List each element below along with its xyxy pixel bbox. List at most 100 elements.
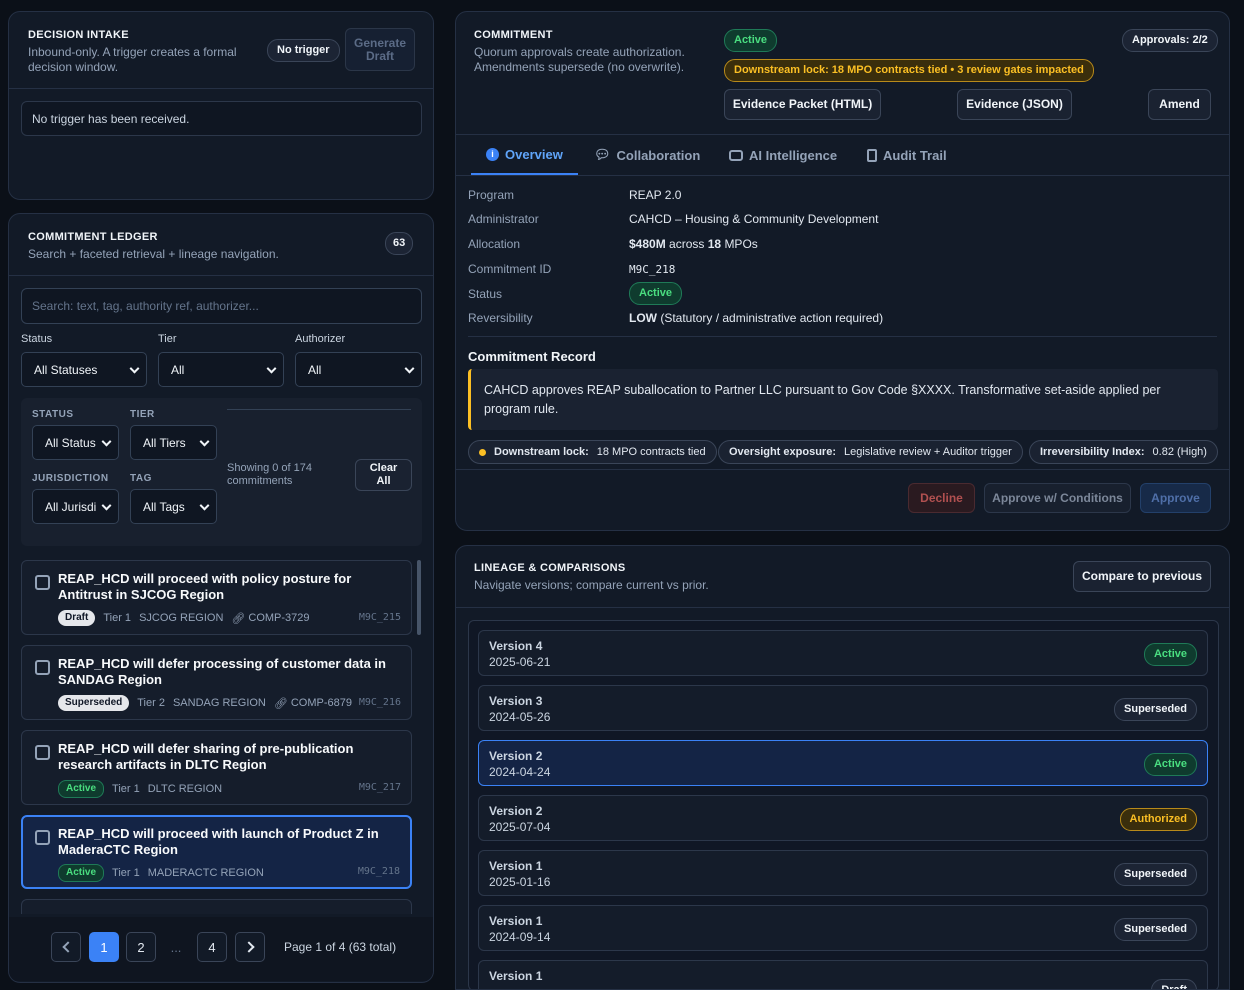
intake-title: DECISION INTAKE: [28, 29, 129, 41]
commitment-id: M9C_218: [357, 866, 400, 877]
prev-page-button[interactable]: [51, 932, 81, 962]
commitment-card[interactable]: REAP_HCD will proceed with policy postur…: [21, 560, 412, 635]
commitment-list: REAP_HCD will proceed with policy postur…: [9, 560, 433, 914]
downstream-lock-chip: Downstream lock: 18 MPO contracts tied: [468, 440, 717, 464]
commitment-card-partial[interactable]: [21, 899, 412, 914]
list-scrollbar[interactable]: [417, 560, 421, 635]
commitment-status-badge: Active: [724, 29, 778, 52]
facet-status-select[interactable]: All Status: [32, 425, 119, 460]
version-row[interactable]: Version 1 2025-01-16 Superseded: [478, 850, 1208, 896]
ledger-search-input[interactable]: [21, 288, 422, 324]
chevron-down-icon: [129, 363, 140, 374]
status-badge: Active: [1143, 753, 1197, 776]
authorizer-filter-label: Authorizer: [295, 333, 346, 345]
info-icon: i: [486, 147, 499, 161]
page-2-button[interactable]: 2: [126, 932, 156, 962]
version-row[interactable]: Version 1 Draft: [478, 960, 1208, 989]
facet-tier-label: TIER: [130, 409, 155, 420]
commitment-comp-ref: COMP-6879: [290, 697, 352, 709]
commitment-comp-ref: COMP-3729: [248, 612, 310, 624]
commitment-record-text: CAHCD approves REAP suballocation to Par…: [484, 383, 1161, 416]
page-ellipsis: ...: [170, 939, 182, 955]
status-label: Status: [468, 287, 503, 301]
version-row-selected[interactable]: Version 2 2024-04-24 Active: [478, 740, 1208, 786]
status-badge: Active: [629, 282, 683, 305]
status-badge: Superseded: [1114, 918, 1197, 941]
commitment-card[interactable]: REAP_HCD will defer sharing of pre-publi…: [21, 730, 412, 805]
commitment-id-value: M9C_218: [629, 263, 676, 276]
administrator-value: CAHCD – Housing & Community Development: [629, 212, 879, 226]
compare-to-previous-button[interactable]: Compare to previous: [1073, 561, 1211, 592]
intake-subtitle: Inbound-only. A trigger creates a formal…: [28, 45, 237, 74]
commitment-checkbox[interactable]: [35, 745, 50, 760]
version-row[interactable]: Version 1 2024-09-14 Superseded: [478, 905, 1208, 951]
commitment-subtitle: Quorum approvals create authorization. A…: [474, 45, 685, 74]
facet-tier-select[interactable]: All Tiers: [130, 425, 217, 460]
commitment-card[interactable]: REAP_HCD will defer processing of custom…: [21, 645, 412, 720]
commitment-checkbox[interactable]: [35, 575, 50, 590]
status-badge: Superseded: [1114, 698, 1197, 721]
chat-icon: 💬︎: [594, 147, 611, 162]
link-icon: 🔗︎: [273, 697, 288, 710]
approvals-badge: Approvals: 2/2: [1122, 29, 1218, 52]
commitment-record-box: CAHCD approves REAP suballocation to Par…: [468, 369, 1218, 430]
tab-ai-intelligence[interactable]: AI Intelligence: [729, 135, 837, 175]
approve-button[interactable]: Approve: [1140, 483, 1211, 513]
warning-dot-icon: [479, 448, 486, 456]
tab-collaboration[interactable]: 💬︎ Collaboration: [594, 135, 700, 175]
reversibility-label: Reversibility: [468, 311, 533, 325]
commitment-panel: COMMITMENT Quorum approvals create autho…: [455, 11, 1230, 531]
facet-showing-count: Showing 0 of 174 commitments: [227, 462, 313, 487]
evidence-packet-html-button[interactable]: Evidence Packet (HTML): [724, 89, 881, 120]
oversight-exposure-chip: Oversight exposure: Legislative review + …: [718, 440, 1023, 464]
evidence-json-button[interactable]: Evidence (JSON): [957, 89, 1072, 120]
authorizer-filter-select[interactable]: All: [295, 352, 422, 387]
irreversibility-index-chip: Irreversibility Index: 0.82 (High): [1029, 440, 1218, 464]
amend-button[interactable]: Amend: [1148, 89, 1211, 120]
facet-tag-select[interactable]: All Tags: [130, 489, 217, 524]
decline-button[interactable]: Decline: [908, 483, 975, 513]
tab-overview[interactable]: i Overview: [471, 135, 578, 175]
commitment-tier: Tier 1: [112, 783, 140, 795]
commitment-ledger-panel: COMMITMENT LEDGER Search + faceted retri…: [8, 213, 434, 983]
program-label: Program: [468, 188, 515, 202]
facet-jurisdiction-label: JURISDICTION: [32, 473, 109, 484]
next-page-button[interactable]: [235, 932, 265, 962]
pagination: 1 2 ... 4 Page 1 of 4 (63 total): [9, 917, 433, 981]
lineage-title: LINEAGE & COMPARISONS: [474, 562, 626, 574]
commitment-title: REAP_HCD will proceed with policy postur…: [58, 571, 352, 602]
chevron-down-icon: [101, 500, 112, 511]
clear-all-button[interactable]: Clear All: [355, 459, 412, 491]
status-badge: Draft: [1151, 979, 1197, 989]
generate-draft-button[interactable]: Generate Draft: [345, 28, 415, 71]
chevron-down-icon: [199, 500, 210, 511]
version-row[interactable]: Version 4 2025-06-21 Active: [478, 630, 1208, 676]
chevron-left-icon: [61, 941, 74, 953]
status-filter-select[interactable]: All Statuses: [21, 352, 147, 387]
commitment-tier: Tier 1: [103, 612, 132, 624]
link-icon: 🔗︎: [231, 612, 246, 625]
tab-audit-trail[interactable]: Audit Trail: [867, 135, 947, 175]
trigger-status-badge: No trigger: [267, 39, 340, 62]
commitment-id: M9C_215: [358, 612, 401, 623]
version-row[interactable]: Version 2 2025-07-04 Authorized: [478, 795, 1208, 841]
commitment-card-selected[interactable]: REAP_HCD will proceed with launch of Pro…: [21, 815, 412, 889]
commitment-tier: Tier 2: [137, 697, 165, 709]
commitment-checkbox[interactable]: [35, 660, 50, 675]
approve-with-conditions-button[interactable]: Approve w/ Conditions: [984, 483, 1131, 513]
program-value: REAP 2.0: [629, 188, 682, 202]
version-list: Version 4 2025-06-21 Active Version 3 20…: [468, 620, 1219, 989]
page-1-button[interactable]: 1: [89, 932, 119, 962]
chevron-down-icon: [266, 363, 277, 374]
version-row[interactable]: Version 3 2024-05-26 Superseded: [478, 685, 1208, 731]
status-badge: Active: [58, 864, 105, 882]
commitment-region: MADERACTC REGION: [147, 867, 264, 879]
tier-filter-select[interactable]: All: [158, 352, 284, 387]
commitment-record-title: Commitment Record: [468, 349, 596, 364]
commitment-checkbox[interactable]: [35, 830, 50, 845]
chevron-down-icon: [404, 363, 415, 374]
page-4-button[interactable]: 4: [197, 932, 227, 962]
status-badge: Draft: [58, 610, 96, 626]
facet-jurisdiction-select[interactable]: All Jurisdi: [32, 489, 119, 524]
status-badge: Active: [58, 780, 105, 798]
